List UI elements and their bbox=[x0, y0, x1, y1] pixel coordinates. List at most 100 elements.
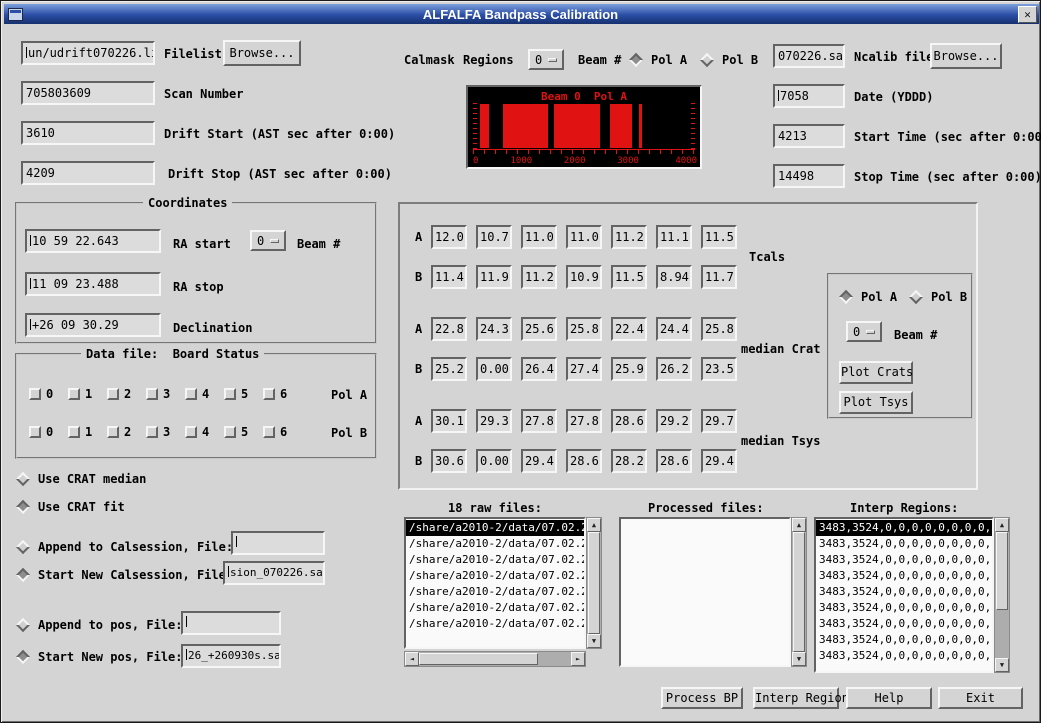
crat-a-0[interactable]: 22.8 bbox=[431, 317, 467, 341]
start-time-field[interactable]: 4213 bbox=[773, 124, 845, 148]
crat-b-5[interactable]: 26.2 bbox=[656, 357, 692, 381]
board-a-1[interactable]: 1 bbox=[68, 387, 92, 401]
scrollbar-thumb[interactable] bbox=[419, 653, 538, 665]
tcal-b-6[interactable]: 11.7 bbox=[701, 265, 737, 289]
scan-number-field[interactable]: 705803609 bbox=[21, 81, 155, 105]
board-a-3[interactable]: 3 bbox=[146, 387, 170, 401]
close-icon[interactable]: ✕ bbox=[1018, 6, 1037, 23]
tcal-a-6[interactable]: 11.5 bbox=[701, 225, 737, 249]
tcal-b-2[interactable]: 11.2 bbox=[521, 265, 557, 289]
tcal-a-4[interactable]: 11.2 bbox=[611, 225, 647, 249]
window-menu-icon[interactable] bbox=[8, 8, 23, 21]
raw-files-hscrollbar[interactable]: ◄ ► bbox=[404, 651, 586, 667]
processed-files-list[interactable] bbox=[619, 517, 791, 667]
declination-field[interactable]: +26 09 30.29 bbox=[25, 313, 161, 337]
interp-region-item[interactable]: 3483,3524,0,0,0,0,0,0,0,0, bbox=[816, 552, 992, 568]
tcal-a-1[interactable]: 10.7 bbox=[476, 225, 512, 249]
raw-file-item[interactable]: /share/a2010-2/data/07.02.26 bbox=[406, 600, 584, 616]
append-pos-radio[interactable]: Append to pos, File: bbox=[18, 617, 183, 632]
ra-stop-field[interactable]: 11 09 23.488 bbox=[25, 272, 161, 296]
tcal-b-3[interactable]: 10.9 bbox=[566, 265, 602, 289]
tsys-a-1[interactable]: 29.3 bbox=[476, 409, 512, 433]
scroll-down-icon[interactable]: ▼ bbox=[995, 658, 1009, 672]
scrollbar-thumb[interactable] bbox=[996, 532, 1008, 610]
ncalib-browse-button[interactable]: Browse... bbox=[930, 43, 1002, 69]
calmask-pol-a-radio[interactable]: Pol A bbox=[631, 52, 687, 67]
interp-region-button[interactable]: Interp Region bbox=[753, 687, 839, 709]
scroll-up-icon[interactable]: ▲ bbox=[995, 518, 1009, 532]
board-b-0[interactable]: 0 bbox=[29, 425, 53, 439]
append-pos-field[interactable] bbox=[181, 611, 281, 635]
raw-file-item[interactable]: /share/a2010-2/data/07.02.26 bbox=[406, 584, 584, 600]
crat-a-4[interactable]: 22.4 bbox=[611, 317, 647, 341]
tsys-a-6[interactable]: 29.7 bbox=[701, 409, 737, 433]
scrollbar-trough[interactable] bbox=[419, 652, 571, 666]
interp-region-item[interactable]: 3483,3524,0,0,0,0,0,0,0,0, bbox=[816, 520, 992, 536]
tsys-b-4[interactable]: 28.2 bbox=[611, 449, 647, 473]
tcal-b-5[interactable]: 8.94 bbox=[656, 265, 692, 289]
raw-file-item[interactable]: /share/a2010-2/data/07.02.26 bbox=[406, 536, 584, 552]
tcal-a-5[interactable]: 11.1 bbox=[656, 225, 692, 249]
start-pos-radio[interactable]: Start New pos, File: bbox=[18, 649, 183, 664]
crat-b-0[interactable]: 25.2 bbox=[431, 357, 467, 381]
panel-pol-a-radio[interactable]: Pol A bbox=[841, 289, 897, 304]
tsys-a-3[interactable]: 27.8 bbox=[566, 409, 602, 433]
processed-files-vscrollbar[interactable]: ▲ ▼ bbox=[791, 517, 807, 667]
tcal-a-0[interactable]: 12.0 bbox=[431, 225, 467, 249]
interp-region-item[interactable]: 3483,3524,0,0,0,0,0,0,0,0, bbox=[816, 568, 992, 584]
crat-b-2[interactable]: 26.4 bbox=[521, 357, 557, 381]
interp-region-item[interactable]: 3483,3524,0,0,0,0,0,0,0,0, bbox=[816, 600, 992, 616]
help-button[interactable]: Help bbox=[846, 687, 932, 709]
scrollbar-thumb[interactable] bbox=[793, 532, 805, 652]
tsys-a-5[interactable]: 29.2 bbox=[656, 409, 692, 433]
scrollbar-thumb[interactable] bbox=[588, 532, 600, 634]
calmask-pol-b-radio[interactable]: Pol B bbox=[702, 52, 758, 67]
tsys-b-6[interactable]: 29.4 bbox=[701, 449, 737, 473]
tcal-b-4[interactable]: 11.5 bbox=[611, 265, 647, 289]
interp-regions-list[interactable]: 3483,3524,0,0,0,0,0,0,0,0, 3483,3524,0,0… bbox=[814, 517, 994, 673]
board-b-3[interactable]: 3 bbox=[146, 425, 170, 439]
board-a-2[interactable]: 2 bbox=[107, 387, 131, 401]
tcal-b-1[interactable]: 11.9 bbox=[476, 265, 512, 289]
tcal-a-3[interactable]: 11.0 bbox=[566, 225, 602, 249]
use-crat-fit-radio[interactable]: Use CRAT fit bbox=[18, 499, 125, 514]
use-crat-median-radio[interactable]: Use CRAT median bbox=[18, 471, 146, 486]
interp-region-item[interactable]: 3483,3524,0,0,0,0,0,0,0,0, bbox=[816, 584, 992, 600]
ncalib-file-field[interactable]: 070226.sav bbox=[773, 44, 845, 68]
exit-button[interactable]: Exit bbox=[938, 687, 1023, 709]
raw-file-item[interactable]: /share/a2010-2/data/07.02.26 bbox=[406, 616, 584, 632]
drift-start-field[interactable]: 3610 bbox=[21, 121, 155, 145]
scrollbar-trough[interactable] bbox=[792, 532, 806, 652]
process-bp-button[interactable]: Process BP bbox=[661, 687, 743, 709]
panel-beam-dropdown[interactable]: 0 bbox=[846, 321, 882, 342]
tsys-b-5[interactable]: 28.6 bbox=[656, 449, 692, 473]
append-calsession-field[interactable] bbox=[231, 531, 325, 555]
crat-b-4[interactable]: 25.9 bbox=[611, 357, 647, 381]
scroll-up-icon[interactable]: ▲ bbox=[587, 518, 601, 532]
board-b-6[interactable]: 6 bbox=[263, 425, 287, 439]
board-b-1[interactable]: 1 bbox=[68, 425, 92, 439]
tcal-a-2[interactable]: 11.0 bbox=[521, 225, 557, 249]
date-field[interactable]: 7058 bbox=[773, 84, 845, 108]
board-a-4[interactable]: 4 bbox=[185, 387, 209, 401]
scroll-left-icon[interactable]: ◄ bbox=[405, 652, 419, 666]
panel-pol-b-radio[interactable]: Pol B bbox=[911, 289, 967, 304]
raw-files-list[interactable]: /share/a2010-2/data/07.02.26 /share/a201… bbox=[404, 517, 586, 649]
crat-a-6[interactable]: 25.8 bbox=[701, 317, 737, 341]
start-calsession-radio[interactable]: Start New Calsession, File: bbox=[18, 567, 233, 582]
interp-region-item[interactable]: 3483,3524,0,0,0,0,0,0,0,0, bbox=[816, 632, 992, 648]
drift-stop-field[interactable]: 4209 bbox=[21, 161, 155, 185]
scroll-up-icon[interactable]: ▲ bbox=[792, 518, 806, 532]
stop-time-field[interactable]: 14498 bbox=[773, 164, 845, 188]
board-a-6[interactable]: 6 bbox=[263, 387, 287, 401]
crat-a-1[interactable]: 24.3 bbox=[476, 317, 512, 341]
crat-b-6[interactable]: 23.5 bbox=[701, 357, 737, 381]
tsys-a-2[interactable]: 27.8 bbox=[521, 409, 557, 433]
interp-region-item[interactable]: 3483,3524,0,0,0,0,0,0,0,0, bbox=[816, 616, 992, 632]
interp-region-item[interactable]: 3483,3524,0,0,0,0,0,0,0,0, bbox=[816, 648, 992, 664]
raw-file-item[interactable]: /share/a2010-2/data/07.02.26 bbox=[406, 552, 584, 568]
plot-crats-button[interactable]: Plot Crats bbox=[839, 361, 913, 384]
crat-a-3[interactable]: 25.8 bbox=[566, 317, 602, 341]
filelist-browse-button[interactable]: Browse... bbox=[223, 40, 301, 66]
board-a-0[interactable]: 0 bbox=[29, 387, 53, 401]
